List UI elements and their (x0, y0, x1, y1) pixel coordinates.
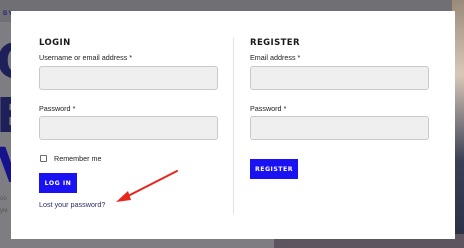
required-mark: * (297, 53, 301, 62)
username-label: Username or email address * (39, 53, 132, 62)
register-password-label-text: Password (250, 104, 282, 113)
remember-me[interactable]: Remember me (40, 154, 102, 163)
required-mark: * (129, 53, 133, 62)
column-divider (233, 38, 234, 214)
username-label-text: Username or email address (39, 53, 128, 62)
remember-me-label: Remember me (54, 154, 102, 163)
register-password-input[interactable] (250, 116, 429, 140)
email-label-text: Email address (250, 53, 296, 62)
password-input[interactable] (39, 116, 218, 140)
login-heading: LOGIN (39, 38, 71, 48)
register-password-label: Password * (250, 104, 286, 113)
password-label-text: Password (39, 104, 71, 113)
register-button[interactable]: REGISTER (250, 159, 298, 179)
login-register-modal: LOGIN Username or email address * Passwor… (11, 11, 455, 239)
username-input[interactable] (39, 66, 218, 90)
register-heading: REGISTER (250, 38, 300, 48)
backdrop-text: yle (0, 208, 8, 214)
remember-me-checkbox[interactable] (40, 155, 47, 162)
required-mark: * (283, 104, 287, 113)
password-label: Password * (39, 104, 75, 113)
email-input[interactable] (250, 66, 429, 90)
lost-password-link[interactable]: Lost your password? (39, 200, 105, 209)
backdrop-text: oo (0, 196, 7, 202)
email-label: Email address * (250, 53, 300, 62)
login-button[interactable]: LOG IN (39, 173, 77, 193)
required-mark: * (72, 104, 76, 113)
